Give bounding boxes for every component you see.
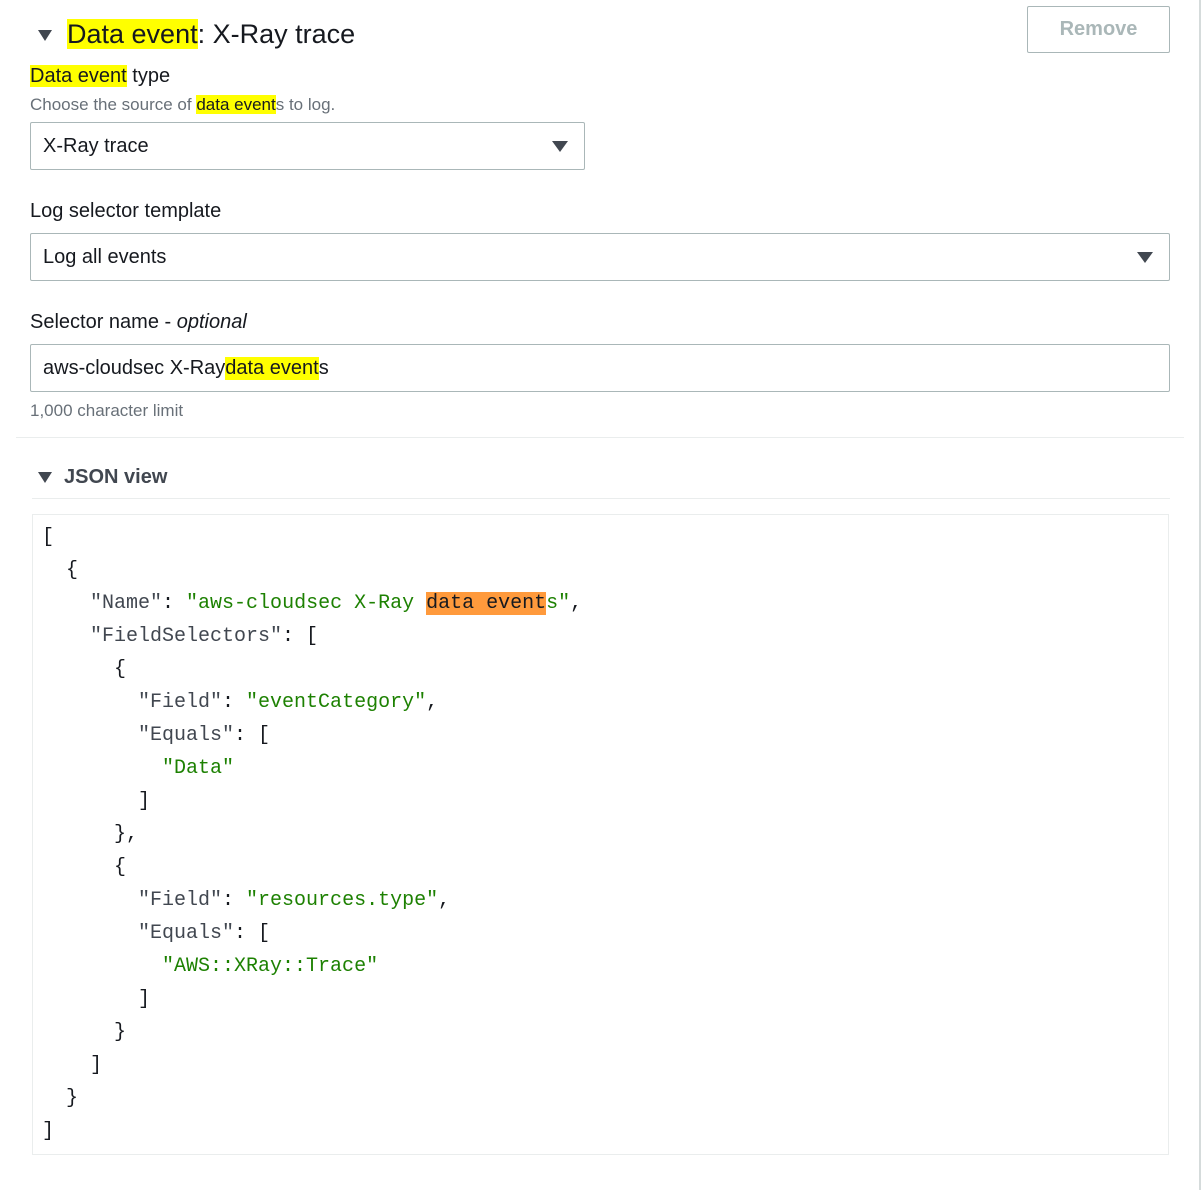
dropdown-caret-icon [1137,252,1153,263]
json-name-value-after: s" [546,592,571,615]
json-code-block[interactable]: [ { "Name": "aws-cloudsec X-Ray data eve… [32,514,1169,1155]
title-rest: : X-Ray trace [197,19,356,49]
data-event-title: Data event: X-Ray trace [67,16,355,52]
data-event-panel: Data event: X-Ray trace Remove Data even… [0,0,1202,1190]
description-highlight: data event [196,95,276,114]
json-name-value-highlight: data event [426,592,547,615]
description-after: s to log. [275,95,336,114]
json-string: "Data" [162,757,235,780]
json-key: "FieldSelectors" [90,625,283,648]
dropdown-caret-icon [552,141,568,152]
json-view-toggle[interactable]: JSON view [38,463,167,491]
json-key: "Equals" [138,922,235,945]
json-key: "Name" [90,592,163,615]
json-view-rule [32,498,1170,499]
data-event-type-select[interactable]: X-Ray trace [30,122,585,170]
data-event-type-description: Choose the source of data events to log. [30,94,335,116]
json-string: "AWS::XRay::Trace" [162,955,379,978]
selector-name-value-after: s [318,356,329,379]
label-highlight: Data event [30,65,127,87]
optional-tag: optional [176,311,247,333]
json-code: [ { "Name": "aws-cloudsec X-Ray data eve… [42,526,583,1143]
caret-down-icon[interactable] [38,30,52,41]
selector-name-label: Selector name - optional [30,309,247,335]
section-divider [16,437,1184,438]
selector-name-value-before: aws-cloudsec X-Ray [43,356,226,379]
log-selector-template-label: Log selector template [30,200,222,222]
json-key: "Field" [138,691,223,714]
label-rest: type [126,65,171,87]
title-highlight: Data event [67,19,198,49]
log-selector-template-select[interactable]: Log all events [30,233,1170,281]
selector-name-input[interactable]: aws-cloudsec X-Ray data event s [30,344,1170,392]
json-key: "Field" [138,889,223,912]
json-string: "eventCategory" [246,691,427,714]
selector-name-value-highlight: data event [225,356,319,380]
caret-down-icon[interactable] [38,471,52,483]
remove-button[interactable]: Remove [1027,6,1170,53]
description-before: Choose the source of [30,95,197,114]
log-selector-template-value: Log all events [43,245,167,268]
json-string: "resources.type" [246,889,439,912]
selector-name-label-text: Selector name - [30,311,177,333]
json-view-title: JSON view [64,465,168,488]
json-name-value-before: "aws-cloudsec X-Ray [186,592,427,615]
data-event-type-label: Data event type [30,63,170,89]
panel-edge [1199,0,1201,1190]
data-event-type-value: X-Ray trace [43,134,149,157]
character-limit-hint: 1,000 character limit [30,401,184,420]
json-key: "Equals" [138,724,235,747]
data-event-header[interactable]: Data event: X-Ray trace [38,14,355,54]
